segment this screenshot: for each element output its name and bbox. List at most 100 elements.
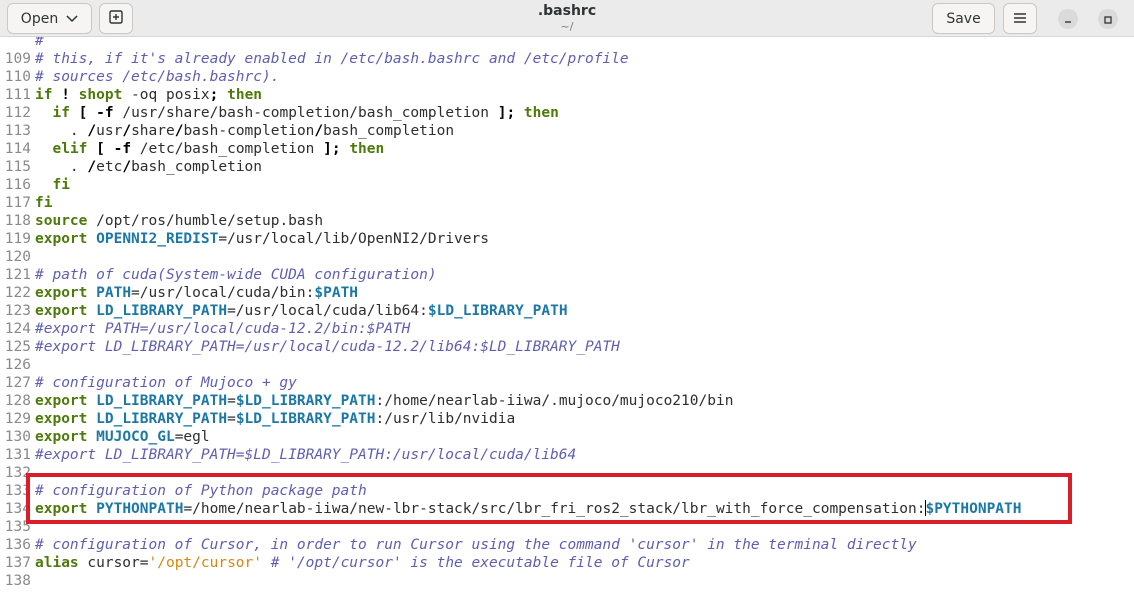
code-text: if [ -f /usr/share/bash-completion/bash_… bbox=[31, 104, 559, 122]
code-line[interactable]: 128 export LD_LIBRARY_PATH=$LD_LIBRARY_PA… bbox=[0, 392, 1134, 410]
code-line[interactable]: 118 source /opt/ros/humble/setup.bash bbox=[0, 212, 1134, 230]
line-number: 129 bbox=[4, 411, 31, 427]
code-line[interactable]: 111 if ! shopt -oq posix; then bbox=[0, 86, 1134, 104]
code-line[interactable]: 137 alias cursor='/opt/cursor' # '/opt/cu… bbox=[0, 554, 1134, 572]
code-line[interactable]: # this, if it's already enabled in /etc/… bbox=[0, 37, 1134, 50]
code-token: :/usr/lib/nvidia bbox=[375, 411, 516, 427]
code-text: # configuration of Mujoco + gy bbox=[31, 374, 297, 392]
code-line[interactable]: 121 # path of cuda(System-wide CUDA confi… bbox=[0, 266, 1134, 284]
code-token: / bbox=[87, 123, 97, 139]
code-line[interactable]: 116 fi bbox=[0, 176, 1134, 194]
code-token: export bbox=[35, 429, 88, 445]
code-token: [ bbox=[96, 141, 105, 157]
line-number: 125 bbox=[4, 339, 31, 355]
line-number: 119 bbox=[4, 231, 31, 247]
code-line[interactable]: 120 bbox=[0, 248, 1134, 266]
code-line[interactable]: 117 fi bbox=[0, 194, 1134, 212]
code-line[interactable]: 131 #export LD_LIBRARY_PATH=$LD_LIBRARY_P… bbox=[0, 446, 1134, 464]
line-number: 128 bbox=[4, 393, 31, 409]
line-number: 116 bbox=[4, 177, 31, 193]
line-number: 130 bbox=[4, 429, 31, 445]
code-token: $LD_LIBRARY_PATH bbox=[427, 303, 568, 319]
code-text: source /opt/ros/humble/setup.bash bbox=[31, 212, 323, 230]
code-token: shopt bbox=[78, 87, 123, 103]
code-token: '/opt/cursor' bbox=[148, 555, 263, 571]
code-line[interactable]: 136 # configuration of Cursor, in order t… bbox=[0, 536, 1134, 554]
line-number: 124 bbox=[4, 321, 31, 337]
minimize-button[interactable] bbox=[1058, 9, 1078, 29]
code-token: cursor= bbox=[78, 555, 149, 571]
code-token: /usr/share/bash-completion/bash_completi… bbox=[113, 105, 498, 121]
code-text: # this, if it's already enabled in /etc/… bbox=[31, 50, 629, 68]
code-token: bash-completion bbox=[183, 123, 315, 139]
code-token: :/home/nearlab-iiwa/.mujoco/mujoco210/bi… bbox=[375, 393, 734, 409]
line-number: 112 bbox=[4, 105, 31, 121]
code-token: OPENNI2_REDIST bbox=[96, 231, 219, 247]
minimize-icon bbox=[1063, 10, 1073, 29]
code-token: / bbox=[87, 159, 97, 175]
code-token: #export PATH=/usr/local/cuda-12.2/bin:$P… bbox=[35, 321, 411, 337]
code-token: $LD_LIBRARY_PATH bbox=[235, 411, 376, 427]
code-line[interactable]: 122 export PATH=/usr/local/cuda/bin:$PATH bbox=[0, 284, 1134, 302]
code-line[interactable]: 114 elif [ -f /etc/bash_completion ]; th… bbox=[0, 140, 1134, 158]
code-token: export bbox=[35, 231, 88, 247]
header-bar: Open .bashrc ~/ Save bbox=[0, 0, 1134, 37]
code-text: # path of cuda(System-wide CUDA configur… bbox=[31, 266, 437, 284]
code-token: = bbox=[227, 393, 236, 409]
code-token: # bbox=[35, 37, 53, 49]
code-token: ! bbox=[61, 87, 70, 103]
maximize-button[interactable] bbox=[1098, 9, 1118, 29]
code-token: $PATH bbox=[314, 285, 359, 301]
open-button[interactable]: Open bbox=[7, 3, 92, 34]
code-line[interactable]: 138 bbox=[0, 572, 1134, 590]
code-line[interactable]: 119 export OPENNI2_REDIST=/usr/local/lib/… bbox=[0, 230, 1134, 248]
code-line[interactable]: 126 bbox=[0, 356, 1134, 374]
code-token: then bbox=[227, 87, 263, 103]
code-line[interactable]: 129 export LD_LIBRARY_PATH=$LD_LIBRARY_PA… bbox=[0, 410, 1134, 428]
code-text: #export PATH=/usr/local/cuda-12.2/bin:$P… bbox=[31, 320, 410, 338]
code-token: # configuration of Cursor, in order to r… bbox=[35, 537, 917, 553]
code-line[interactable]: 115 . /etc/bash_completion bbox=[0, 158, 1134, 176]
code-token: etc bbox=[96, 159, 123, 175]
code-token: / bbox=[314, 123, 324, 139]
code-line[interactable]: 113 . /usr/share/bash-completion/bash_co… bbox=[0, 122, 1134, 140]
code-line[interactable]: 124 #export PATH=/usr/local/cuda-12.2/bin… bbox=[0, 320, 1134, 338]
code-token: =/usr/local/lib/OpenNI2/Drivers bbox=[218, 231, 489, 247]
code-text: #export LD_LIBRARY_PATH=$LD_LIBRARY_PATH… bbox=[31, 446, 576, 464]
code-token: then bbox=[523, 105, 559, 121]
code-text: export LD_LIBRARY_PATH=$LD_LIBRARY_PATH:… bbox=[31, 392, 733, 410]
code-token: usr bbox=[96, 123, 123, 139]
code-line[interactable]: 123 export LD_LIBRARY_PATH=/usr/local/cud… bbox=[0, 302, 1134, 320]
code-token: -f bbox=[96, 105, 114, 121]
code-text: # sources /etc/bash.bashrc). bbox=[31, 68, 279, 86]
code-token: /opt/ros/humble/setup.bash bbox=[87, 213, 324, 229]
code-token: #export LD_LIBRARY_PATH=/usr/local/cuda-… bbox=[35, 339, 620, 355]
code-line[interactable]: 127 # configuration of Mujoco + gy bbox=[0, 374, 1134, 392]
code-line[interactable]: 130 export MUJOCO_GL=egl bbox=[0, 428, 1134, 446]
code-line[interactable]: 109 # this, if it's already enabled in /e… bbox=[0, 50, 1134, 68]
code-token: #export LD_LIBRARY_PATH=$LD_LIBRARY_PATH… bbox=[35, 447, 577, 463]
code-token: =egl bbox=[174, 429, 210, 445]
save-button[interactable]: Save bbox=[932, 3, 995, 34]
new-tab-button[interactable] bbox=[99, 3, 133, 34]
code-line[interactable]: 112 if [ -f /usr/share/bash-completion/b… bbox=[0, 104, 1134, 122]
code-text: alias cursor='/opt/cursor' # '/opt/curso… bbox=[31, 554, 690, 572]
main-menu-button[interactable] bbox=[1003, 3, 1037, 34]
hamburger-menu-icon bbox=[1014, 11, 1026, 27]
code-line[interactable]: 125 #export LD_LIBRARY_PATH=/usr/local/cu… bbox=[0, 338, 1134, 356]
code-token: # sources /etc/bash.bashrc). bbox=[35, 69, 280, 85]
code-token: LD_LIBRARY_PATH bbox=[96, 303, 228, 319]
line-number: 127 bbox=[4, 375, 31, 391]
code-line[interactable]: 110 # sources /etc/bash.bashrc). bbox=[0, 68, 1134, 86]
code-token: . bbox=[35, 159, 88, 175]
code-token: -oq posix bbox=[122, 87, 210, 103]
